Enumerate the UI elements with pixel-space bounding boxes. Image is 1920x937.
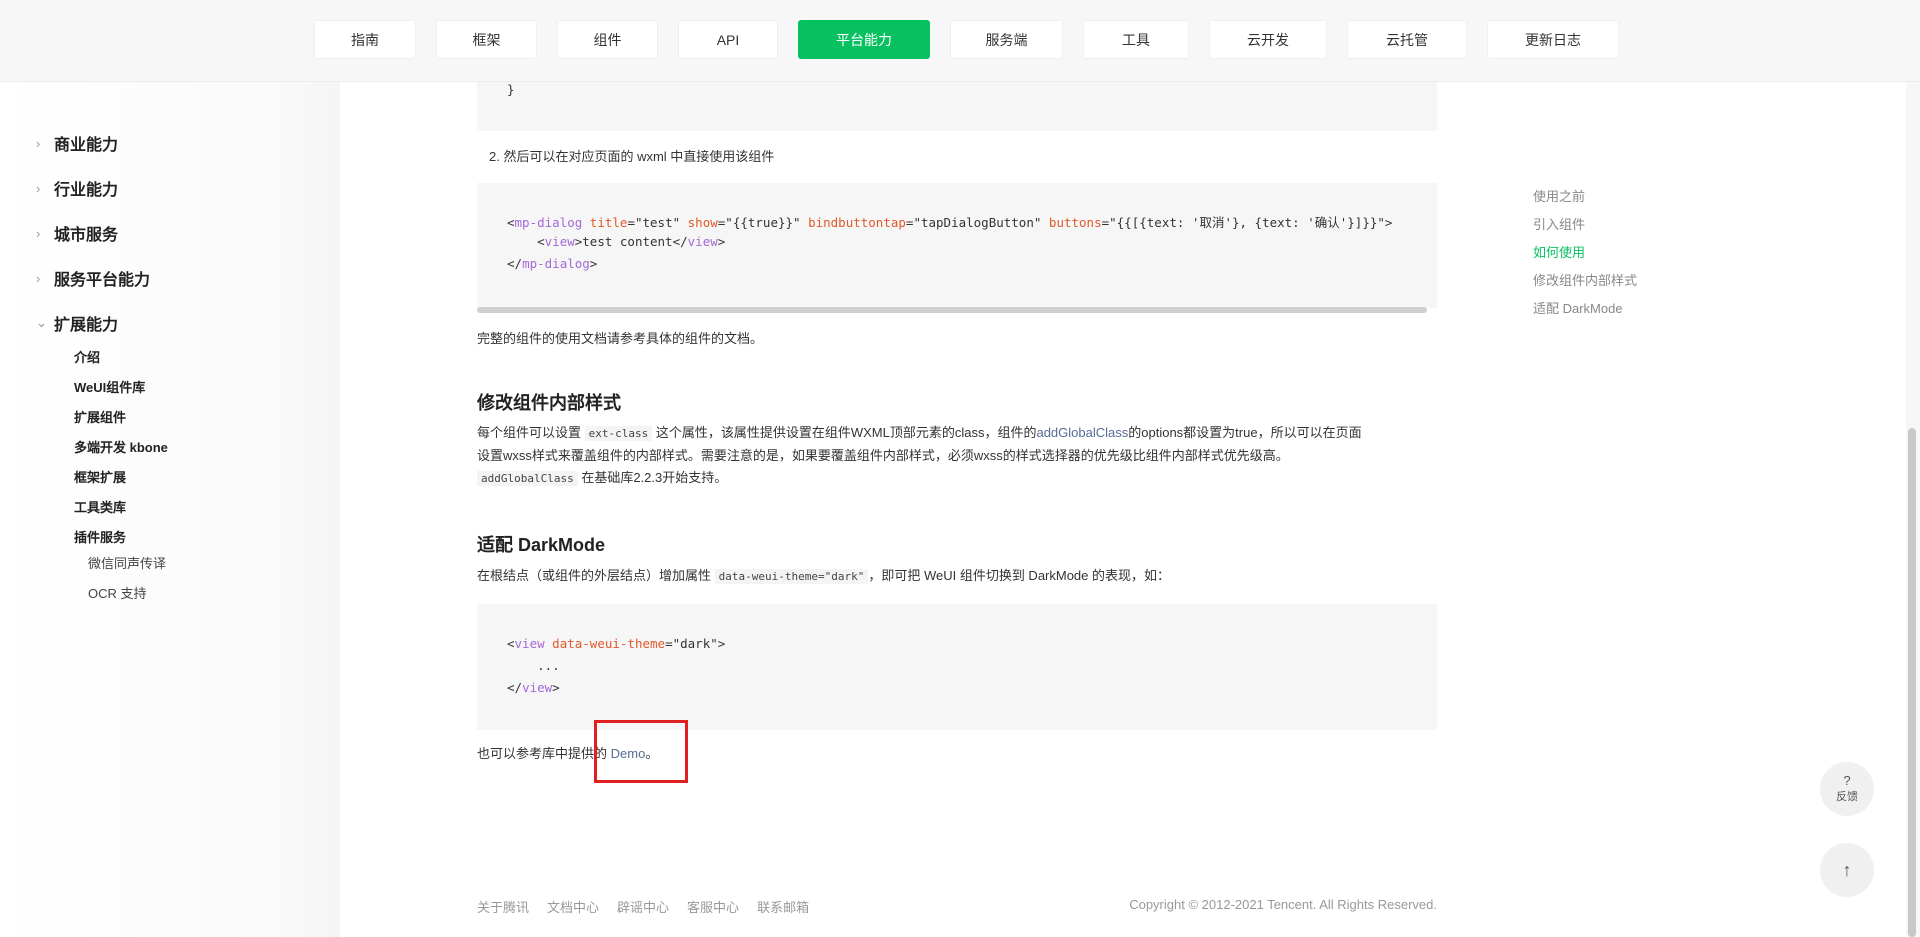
chevron-right-icon: › (36, 180, 41, 196)
sidebar-item-label: 服务平台能力 (54, 272, 151, 289)
tab-tools[interactable]: 工具 (1083, 20, 1189, 59)
chevron-right-icon: › (36, 270, 41, 286)
arrow-up-icon: ↑ (1842, 859, 1852, 880)
sidebar-subitem-framework-ext[interactable]: 框架扩展 (74, 467, 126, 486)
sidebar-subitem-utility-libs[interactable]: 工具类库 (74, 497, 126, 516)
tab-components[interactable]: 组件 (557, 20, 658, 59)
section-heading-darkmode: 适配 DarkMode (477, 535, 606, 555)
toc-item-modify-style[interactable]: 修改组件内部样式 (1533, 270, 1637, 289)
sidebar-item-label: 扩展能力 (54, 317, 119, 334)
full-doc-paragraph: 完整的组件的使用文档请参考具体的组件的文档。 (477, 331, 764, 346)
footer-link-docs[interactable]: 文档中心 (547, 897, 599, 916)
sidebar-item-industry[interactable]: › 行业能力 (36, 176, 118, 200)
tab-api[interactable]: API (678, 20, 778, 59)
sidebar-item-extensions[interactable]: ⌄ 扩展能力 (36, 311, 118, 335)
highlight-box (594, 720, 688, 783)
darkmode-paragraph: 在根结点（或组件的外层结点）增加属性 data-weui-theme="dark… (477, 568, 1171, 584)
sidebar-item-city-services[interactable]: › 城市服务 (36, 221, 118, 245)
code-line: <view data-weui-theme="dark"> (507, 636, 726, 651)
toc-item-import[interactable]: 引入组件 (1533, 214, 1585, 233)
top-navigation: 指南 框架 组件 API 平台能力 服务端 工具 云开发 云托管 更新日志 (0, 0, 1920, 82)
sidebar-item-label: 商业能力 (54, 137, 119, 154)
tab-platform-capabilities[interactable]: 平台能力 (798, 20, 930, 59)
tab-guide[interactable]: 指南 (314, 20, 416, 59)
code-line: } (507, 82, 515, 97)
sidebar-subitem-kbone[interactable]: 多端开发 kbone (74, 437, 168, 456)
style-paragraph: 每个组件可以设置 ext-class 这个属性，该属性提供设置在组件WXML顶部… (477, 425, 1362, 486)
sidebar-item-label: 城市服务 (54, 227, 119, 244)
footer-link-email[interactable]: 联系邮箱 (757, 897, 809, 916)
page-scrollbar-thumb[interactable] (1908, 428, 1916, 937)
sidebar-item-business[interactable]: › 商业能力 (36, 131, 118, 155)
toc-item-darkmode[interactable]: 适配 DarkMode (1533, 298, 1623, 317)
inline-code: data-weui-theme="dark" (714, 569, 869, 584)
feedback-label: 反馈 (1836, 791, 1858, 803)
inline-code: addGlobalClass (477, 471, 578, 486)
tab-framework[interactable]: 框架 (436, 20, 537, 59)
code-line: ... (507, 658, 560, 673)
toc-item-before-use[interactable]: 使用之前 (1533, 186, 1585, 205)
step-two-text: 2. 然后可以在对应页面的 wxml 中直接使用该组件 (489, 149, 775, 164)
back-to-top-button[interactable]: ↑ (1820, 843, 1874, 897)
code-block-register: } (477, 82, 1437, 131)
code-block-usage: <mp-dialog title="test" show="{{true}}" … (477, 183, 1437, 313)
code-block-darkmode: <view data-weui-theme="dark"> ... </view… (477, 604, 1437, 730)
sidebar-subitem-intro[interactable]: 介绍 (74, 347, 100, 366)
footer-link-about[interactable]: 关于腾讯 (477, 897, 529, 916)
toc-item-how-to-use[interactable]: 如何使用 (1533, 242, 1585, 261)
sidebar-subitem-ext-components[interactable]: 扩展组件 (74, 407, 126, 426)
code-line: <mp-dialog title="test" show="{{true}}" … (507, 215, 1393, 230)
footer-link-rumors[interactable]: 辟谣中心 (617, 897, 669, 916)
sidebar-subitem-plugin-services[interactable]: 插件服务 (74, 527, 126, 546)
question-icon: ? (1843, 773, 1851, 788)
sidebar-background (0, 82, 340, 937)
footer-link-support[interactable]: 客服中心 (687, 897, 739, 916)
chevron-right-icon: › (36, 135, 41, 151)
tab-server[interactable]: 服务端 (950, 20, 1063, 59)
copyright: Copyright © 2012-2021 Tencent. All Right… (1129, 897, 1437, 912)
code-line: <view>test content</view> (507, 234, 726, 249)
code-line: </view> (507, 680, 560, 695)
chevron-right-icon: › (36, 225, 41, 241)
sidebar-subitem-ocr[interactable]: OCR 支持 (88, 583, 147, 602)
footer-links: 关于腾讯 文档中心 辟谣中心 客服中心 联系邮箱 (477, 897, 827, 916)
inline-code: ext-class (584, 426, 653, 441)
feedback-button[interactable]: ? 反馈 (1820, 762, 1874, 816)
nav-tabs: 指南 框架 组件 API 平台能力 服务端 工具 云开发 云托管 更新日志 (314, 20, 1639, 59)
section-heading-style: 修改组件内部样式 (477, 393, 621, 413)
sidebar-item-service-platform[interactable]: › 服务平台能力 (36, 266, 150, 290)
tab-cloud-hosting[interactable]: 云托管 (1347, 20, 1467, 59)
sidebar-item-label: 行业能力 (54, 182, 119, 199)
sidebar-subitem-weui[interactable]: WeUI组件库 (74, 377, 145, 396)
add-global-class-link[interactable]: addGlobalClass (1036, 425, 1128, 440)
tab-cloud-dev[interactable]: 云开发 (1209, 20, 1327, 59)
tab-changelog[interactable]: 更新日志 (1487, 20, 1619, 59)
chevron-down-icon: ⌄ (36, 315, 47, 330)
horizontal-scrollbar[interactable] (477, 307, 1427, 313)
sidebar-subitem-translation[interactable]: 微信同声传译 (88, 553, 166, 572)
code-line: </mp-dialog> (507, 256, 598, 271)
